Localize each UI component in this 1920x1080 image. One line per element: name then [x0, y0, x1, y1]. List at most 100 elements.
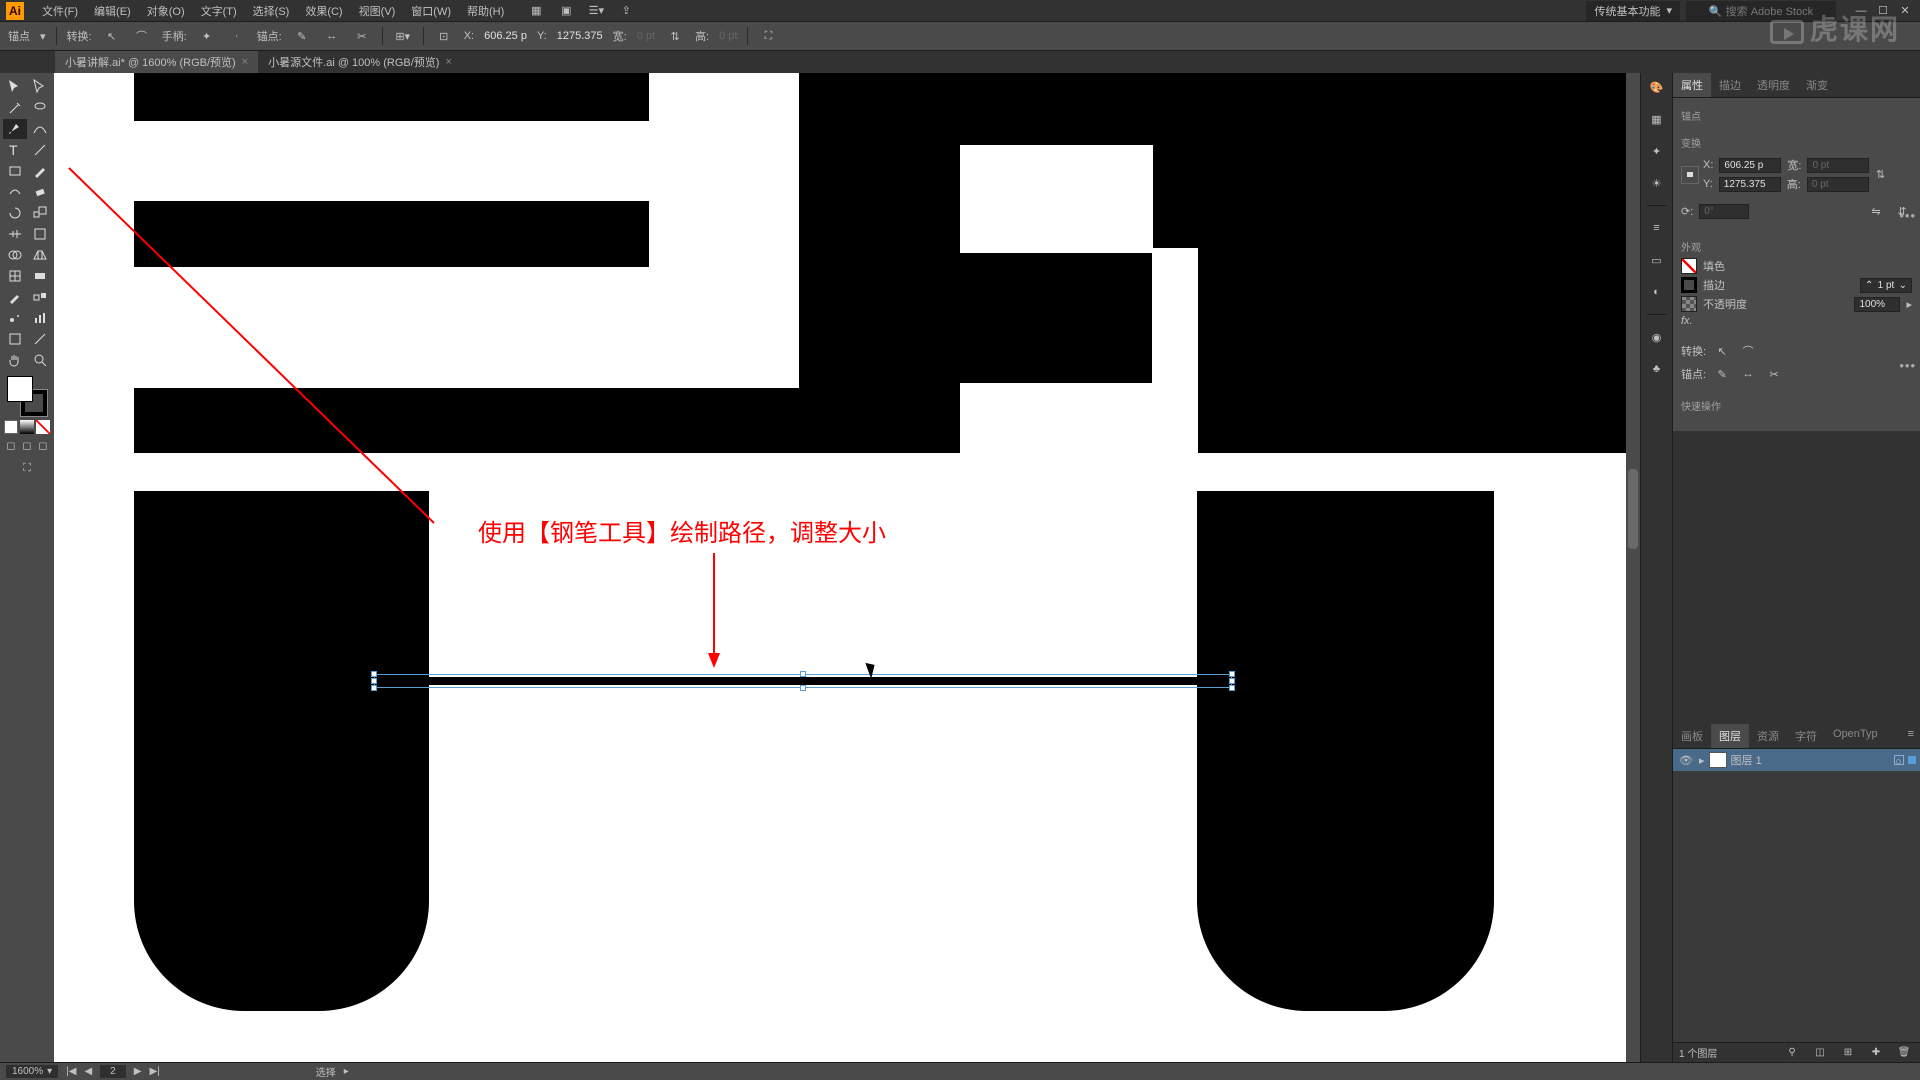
curvature-tool[interactable] — [28, 119, 52, 139]
stroke-swatch[interactable] — [1681, 277, 1697, 293]
selection-tool[interactable] — [3, 77, 27, 97]
canvas-area[interactable]: 使用【钢笔工具】绘制路径，调整大小 — [54, 73, 1640, 1062]
remove-anchor-icon[interactable]: ✎ — [292, 26, 312, 46]
perspective-grid-tool[interactable] — [28, 245, 52, 265]
color-mode-solid[interactable] — [4, 420, 18, 434]
blend-tool[interactable] — [28, 287, 52, 307]
panel-menu-icon[interactable]: ≡ — [1902, 724, 1920, 748]
width-tool[interactable] — [3, 224, 27, 244]
cut-path-icon[interactable]: ✂ — [1764, 364, 1784, 384]
connect-anchor-icon[interactable]: ↔ — [322, 26, 342, 46]
zoom-level[interactable]: 1600%▾ — [6, 1065, 58, 1078]
tab-artboards[interactable]: 画板 — [1673, 724, 1711, 748]
reference-point-selector[interactable] — [1681, 166, 1699, 184]
more-options-icon[interactable]: ••• — [1899, 208, 1916, 223]
gradient-tool[interactable] — [28, 266, 52, 286]
tab-close-icon[interactable]: × — [445, 56, 451, 68]
align-dropdown-icon[interactable]: ⊞▾ — [393, 26, 413, 46]
delete-layer-icon[interactable]: 🗑 — [1894, 1043, 1914, 1063]
mesh-tool[interactable] — [3, 266, 27, 286]
brushes-panel-icon[interactable]: ✦ — [1647, 141, 1667, 161]
gpu-preview-icon[interactable]: ▣ — [556, 1, 576, 21]
slice-tool[interactable] — [28, 329, 52, 349]
make-clipping-mask-icon[interactable]: ◫ — [1810, 1043, 1830, 1063]
fill-swatch[interactable] — [1681, 258, 1697, 274]
swatches-panel-icon[interactable]: ▦ — [1647, 109, 1667, 129]
menu-edit[interactable]: 编辑(E) — [86, 3, 139, 19]
angle-value[interactable]: 0° — [1699, 204, 1749, 219]
stroke-weight[interactable]: ⌃1 pt⌄ — [1860, 278, 1912, 293]
tab-stroke[interactable]: 描边 — [1711, 73, 1749, 97]
tab-close-icon[interactable]: × — [242, 56, 248, 68]
draw-normal-icon[interactable]: ◻ — [4, 438, 18, 452]
close-button[interactable]: ✕ — [1896, 4, 1914, 18]
menu-object[interactable]: 对象(O) — [139, 3, 193, 19]
color-mode-gradient[interactable] — [20, 420, 34, 434]
paintbrush-tool[interactable] — [28, 161, 52, 181]
color-mode-none[interactable] — [36, 420, 50, 434]
more-options-icon[interactable]: ••• — [1899, 358, 1916, 373]
artboard-tool[interactable] — [3, 329, 27, 349]
pen-tool[interactable] — [3, 119, 27, 139]
x-value[interactable]: 606.25 p — [484, 30, 527, 42]
zoom-tool[interactable] — [28, 350, 52, 370]
expand-layer-icon[interactable]: ▸ — [1699, 754, 1705, 767]
tab-transparency[interactable]: 透明度 — [1749, 73, 1798, 97]
artboard-number[interactable]: 2 — [100, 1065, 126, 1078]
share-icon[interactable]: ⇪ — [616, 1, 636, 21]
symbol-sprayer-tool[interactable] — [3, 308, 27, 328]
prev-artboard-icon[interactable]: ◀ — [84, 1066, 92, 1077]
appearance-panel-icon[interactable]: ◉ — [1647, 327, 1667, 347]
stroke-panel-icon[interactable]: ≡ — [1647, 218, 1667, 238]
layer-row[interactable]: 👁 ▸ 图层 1 ○ — [1673, 749, 1920, 771]
opacity-swatch[interactable] — [1681, 296, 1697, 312]
status-menu-icon[interactable]: ▸ — [344, 1066, 349, 1077]
draw-behind-icon[interactable]: ◻ — [20, 438, 34, 452]
vertical-scrollbar[interactable] — [1626, 73, 1640, 1062]
new-layer-icon[interactable]: ✚ — [1866, 1043, 1886, 1063]
workspace-switcher[interactable]: 传统基本功能 ▾ — [1586, 1, 1680, 21]
tab-gradient[interactable]: 渐变 — [1798, 73, 1836, 97]
line-tool[interactable] — [28, 140, 52, 160]
convert-smooth-icon[interactable]: ⌒ — [132, 26, 152, 46]
layer-name[interactable]: 图层 1 — [1731, 752, 1890, 768]
free-transform-tool[interactable] — [28, 224, 52, 244]
shaper-tool[interactable] — [3, 182, 27, 202]
remove-anchor-icon[interactable]: ✎ — [1712, 364, 1732, 384]
arrange-doc-icon[interactable]: ▦ — [526, 1, 546, 21]
menu-effect[interactable]: 效果(C) — [297, 3, 350, 19]
graphic-styles-panel-icon[interactable]: ♣ — [1647, 359, 1667, 379]
eyedropper-tool[interactable] — [3, 287, 27, 307]
menu-view[interactable]: 视图(V) — [351, 3, 404, 19]
type-tool[interactable]: T — [3, 140, 27, 160]
isolate-icon[interactable]: ⛶ — [758, 26, 778, 46]
reference-point-icon[interactable]: ⊡ — [434, 26, 454, 46]
fill-swatch[interactable] — [7, 376, 33, 402]
menu-file[interactable]: 文件(F) — [34, 3, 86, 19]
color-proxy[interactable] — [7, 376, 47, 416]
connect-path-icon[interactable]: ↔ — [1738, 364, 1758, 384]
menu-help[interactable]: 帮助(H) — [459, 3, 512, 19]
document-tab-2[interactable]: 小暑源文件.ai @ 100% (RGB/预览) × — [258, 51, 462, 73]
color-panel-icon[interactable]: 🎨 — [1647, 77, 1667, 97]
tab-character[interactable]: 字符 — [1787, 724, 1825, 748]
link-wh-icon[interactable]: ⇅ — [665, 26, 685, 46]
screen-mode-icon[interactable]: ⛶ — [17, 458, 37, 478]
handle-show-icon[interactable]: ✦ — [197, 26, 217, 46]
direct-selection-tool[interactable] — [28, 77, 52, 97]
lasso-tool[interactable] — [28, 98, 52, 118]
handle-hide-icon[interactable]: · — [227, 26, 247, 46]
create-sublayer-icon[interactable]: ⊞ — [1838, 1043, 1858, 1063]
search-stock[interactable]: 🔍 搜索 Adobe Stock — [1686, 1, 1836, 21]
menu-window[interactable]: 窗口(W) — [403, 3, 459, 19]
next-artboard-icon[interactable]: ▶ — [134, 1066, 142, 1077]
column-graph-tool[interactable] — [28, 308, 52, 328]
opacity-menu-icon[interactable]: ▸ — [1906, 298, 1912, 311]
locate-object-icon[interactable]: ⚲ — [1782, 1043, 1802, 1063]
tab-opentype[interactable]: OpenTyp — [1825, 724, 1886, 748]
document-tab-1[interactable]: 小暑讲解.ai* @ 1600% (RGB/预览) × — [55, 51, 258, 73]
tab-assets[interactable]: 资源 — [1749, 724, 1787, 748]
cut-path-icon[interactable]: ✂ — [352, 26, 372, 46]
last-artboard-icon[interactable]: ▶| — [149, 1066, 159, 1077]
shape-builder-tool[interactable] — [3, 245, 27, 265]
